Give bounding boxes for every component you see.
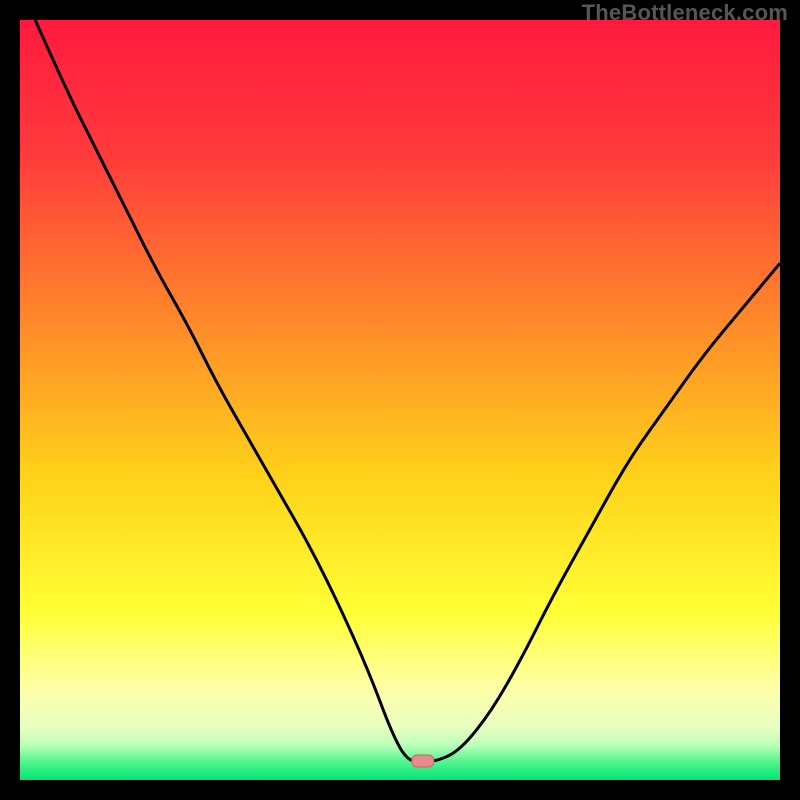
bottleneck-chart bbox=[20, 20, 780, 780]
chart-frame: TheBottleneck.com bbox=[0, 0, 800, 800]
optimal-marker bbox=[412, 755, 434, 767]
watermark-text: TheBottleneck.com bbox=[582, 0, 788, 26]
plot-background bbox=[20, 20, 780, 780]
